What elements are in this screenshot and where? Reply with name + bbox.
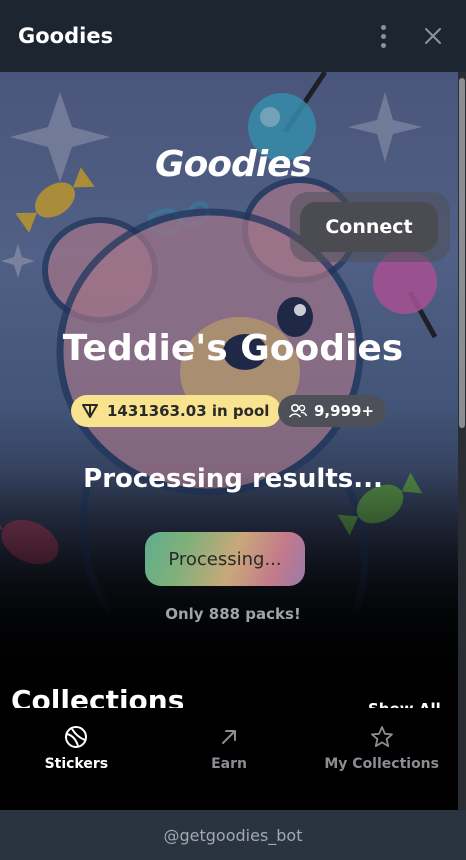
participants-count: 9,999+ — [314, 402, 375, 420]
tab-my-collections-label: My Collections — [324, 756, 439, 772]
tab-stickers[interactable]: Stickers — [0, 708, 153, 810]
tab-my-collections[interactable]: My Collections — [305, 708, 458, 810]
status-text: Processing results... — [83, 464, 383, 494]
bot-footer: @getgoodies_bot — [0, 810, 466, 860]
scrollbar[interactable] — [458, 72, 466, 810]
participants-badge: 9,999+ — [278, 395, 387, 427]
tab-stickers-label: Stickers — [44, 756, 109, 772]
tab-earn-label: Earn — [211, 756, 247, 772]
connect-button[interactable]: Connect — [300, 202, 438, 252]
users-icon — [288, 403, 308, 418]
scrollbar-thumb[interactable] — [459, 78, 465, 428]
pool-badge: 1431363.03 in pool — [71, 395, 282, 427]
processing-button[interactable]: Processing... — [145, 532, 305, 586]
window-title: Goodies — [18, 24, 114, 48]
page-title: Teddie's Goodies — [62, 328, 404, 369]
close-icon[interactable] — [418, 21, 448, 51]
pool-amount: 1431363.03 in pool — [107, 402, 270, 420]
sticker-icon — [65, 726, 88, 748]
goodies-logo: Goodies — [155, 144, 312, 185]
more-options-icon[interactable] — [368, 21, 398, 51]
ton-icon — [82, 404, 98, 418]
bot-username[interactable]: @getgoodies_bot — [163, 826, 302, 845]
arrow-up-right-icon — [222, 730, 236, 744]
app-viewport: Goodies Connect Teddie's Goodies 1431363… — [0, 72, 466, 810]
star-icon — [370, 726, 393, 747]
tab-earn[interactable]: Earn — [153, 708, 306, 810]
bottom-tab-bar: Stickers Earn My Collections — [0, 708, 458, 810]
title-bar: Goodies — [0, 0, 466, 72]
packs-remaining: Only 888 packs! — [165, 605, 301, 623]
